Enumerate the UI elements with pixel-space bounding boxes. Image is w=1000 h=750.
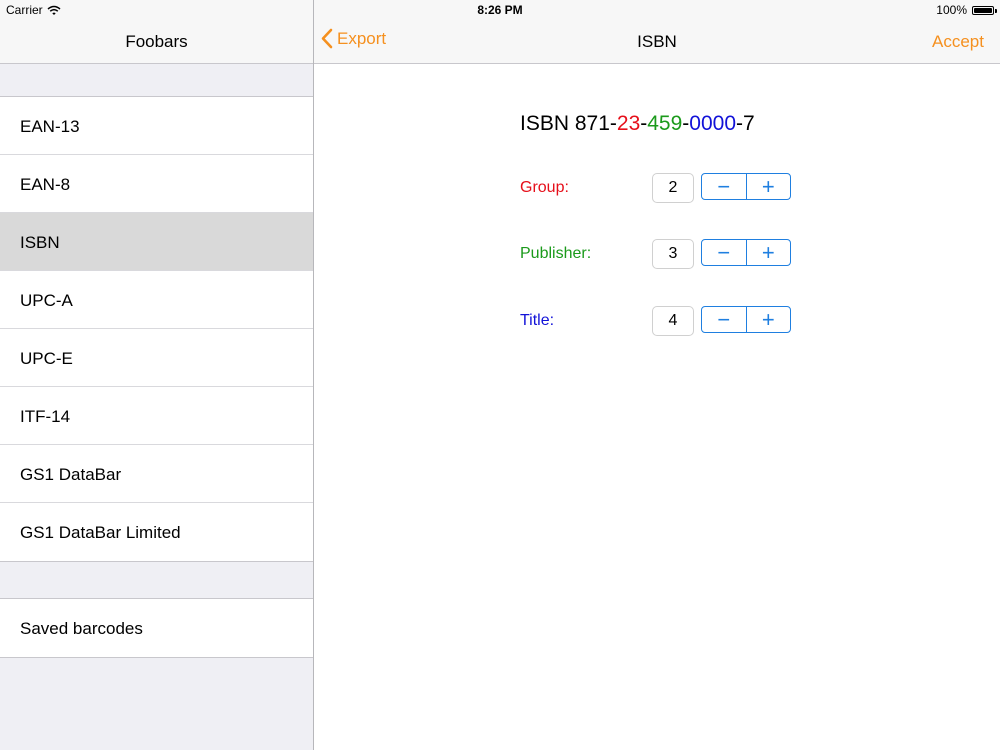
accept-button[interactable]: Accept (932, 32, 984, 52)
title-decrement-button[interactable]: − (702, 307, 746, 332)
title-row: Title: 4 − + (520, 305, 820, 336)
list-item-label: EAN-8 (20, 175, 71, 194)
list-item-saved-barcodes[interactable]: Saved barcodes (0, 599, 313, 657)
publisher-increment-button[interactable]: + (745, 240, 791, 265)
group-decrement-button[interactable]: − (702, 174, 746, 199)
list-item-label: Saved barcodes (20, 619, 143, 638)
list-item-label: UPC-A (20, 291, 73, 310)
master-pane: Foobars EAN-13 EAN-8 ISBN UPC-A UPC-E IT… (0, 0, 314, 750)
group-increment-button[interactable]: + (745, 174, 791, 199)
list-item-label: UPC-E (20, 349, 73, 368)
list-item-gs1-databar[interactable]: GS1 DataBar (0, 445, 313, 503)
battery-icon (972, 5, 997, 15)
isbn-check-digit: -7 (736, 112, 755, 135)
isbn-title-segment: 0000 (689, 112, 737, 135)
list-item-ean8[interactable]: EAN-8 (0, 155, 313, 213)
list-item-label: GS1 DataBar (20, 465, 122, 484)
list-item-isbn[interactable]: ISBN (0, 213, 313, 271)
publisher-label: Publisher: (520, 245, 592, 262)
detail-title: ISBN (637, 32, 677, 51)
publisher-decrement-button[interactable]: − (702, 240, 746, 265)
publisher-row: Publisher: 3 − + (520, 238, 820, 269)
title-increment-button[interactable]: + (745, 307, 791, 332)
saved-section: Saved barcodes (0, 598, 313, 658)
isbn-display: ISBN 871-23-459-0000-7 (520, 112, 755, 136)
isbn-prefix: ISBN 871- (520, 112, 617, 135)
list-item-label: ITF-14 (20, 407, 71, 426)
barcode-type-list: EAN-13 EAN-8 ISBN UPC-A UPC-E ITF-14 GS1… (0, 96, 313, 562)
title-label: Title: (520, 312, 555, 329)
battery-percent: 100% (936, 3, 967, 17)
list-item-upca[interactable]: UPC-A (0, 271, 313, 329)
list-item-gs1-databar-limited[interactable]: GS1 DataBar Limited (0, 503, 313, 561)
title-stepper: − + (701, 306, 791, 333)
detail-pane: Export ISBN Accept ISBN 871-23-459-0000-… (314, 0, 1000, 750)
list-item-label: EAN-13 (20, 117, 80, 136)
title-value: 4 (652, 306, 694, 336)
group-row: Group: 2 − + (520, 172, 820, 203)
isbn-publisher-segment: 459 (647, 112, 683, 135)
status-time: 8:26 PM (477, 3, 523, 17)
master-title: Foobars (125, 32, 188, 51)
isbn-group-segment: 23 (616, 112, 641, 135)
battery-indicator: 100% (936, 3, 997, 17)
group-label: Group: (520, 179, 569, 196)
list-item-itf14[interactable]: ITF-14 (0, 387, 313, 445)
publisher-value: 3 (652, 239, 694, 269)
status-bar: Carrier 8:26 PM 100% (0, 0, 1000, 20)
list-item-upce[interactable]: UPC-E (0, 329, 313, 387)
list-item-label: ISBN (20, 233, 60, 252)
group-value: 2 (652, 173, 694, 203)
list-item-ean13[interactable]: EAN-13 (0, 97, 313, 155)
publisher-stepper: − + (701, 239, 791, 266)
group-stepper: − + (701, 173, 791, 200)
list-item-label: GS1 DataBar Limited (20, 523, 181, 542)
